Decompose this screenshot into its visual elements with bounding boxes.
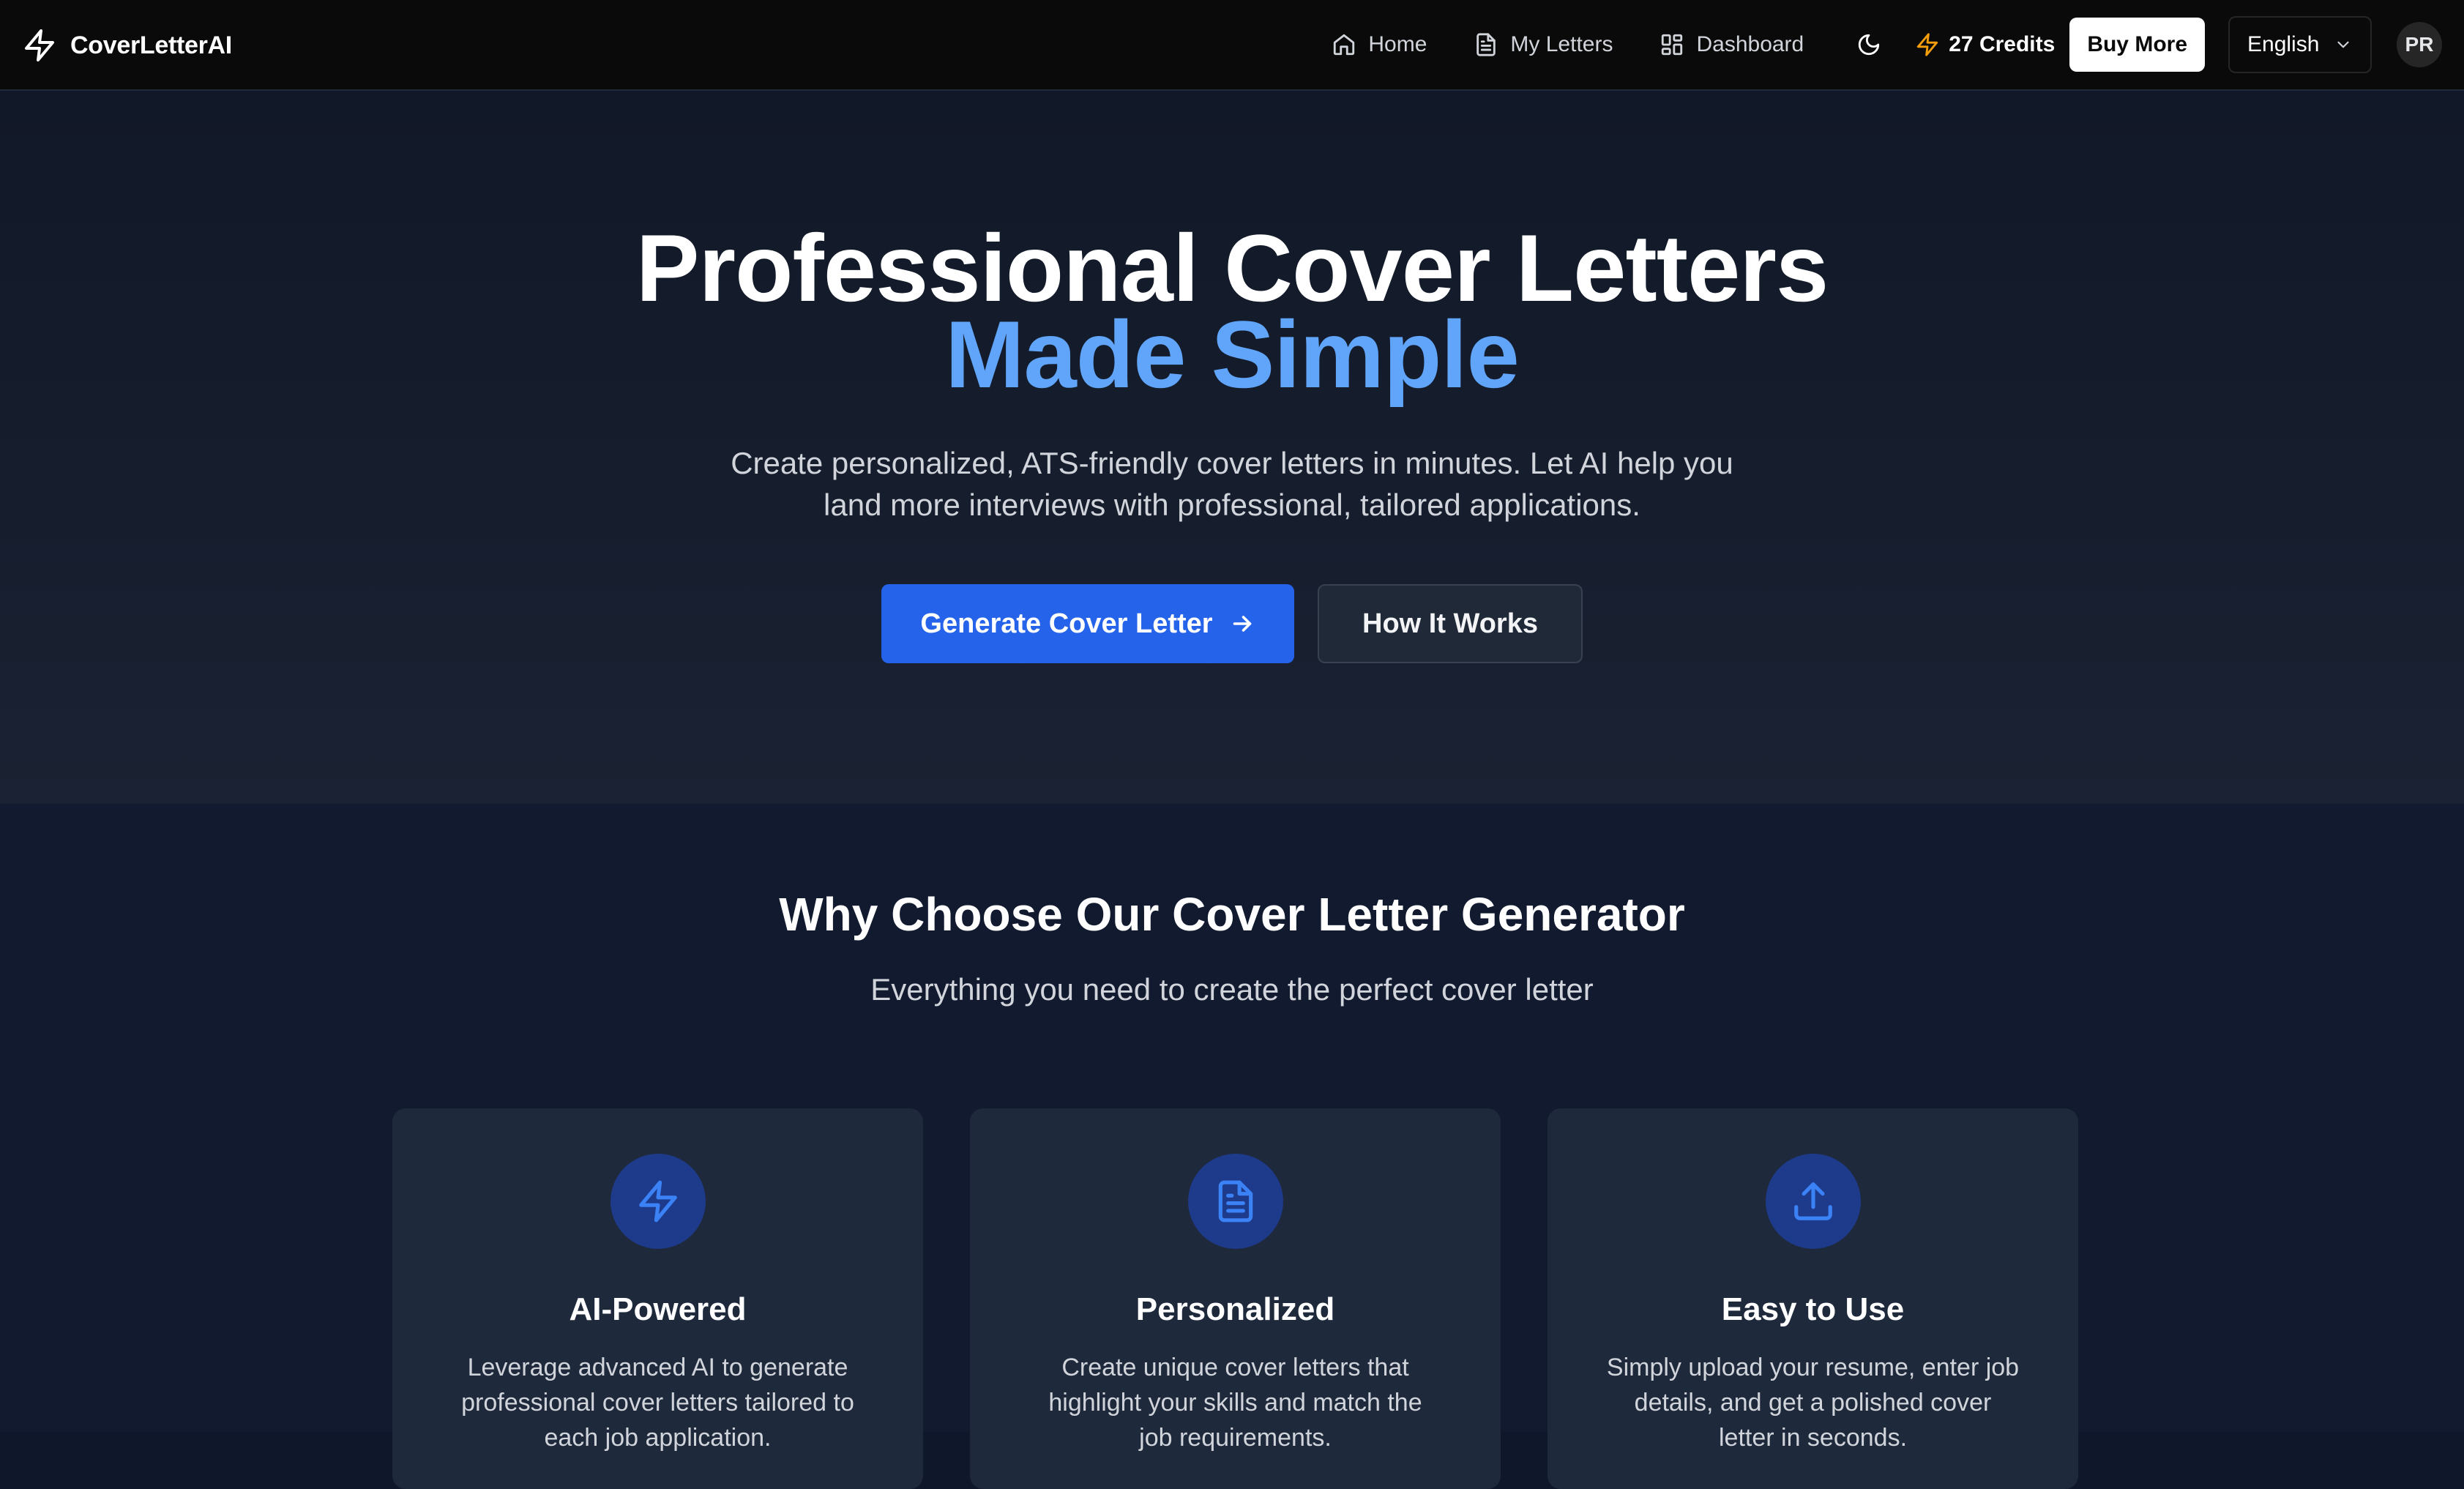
feature-card-title: Personalized [1135, 1291, 1335, 1327]
feature-card-title: Easy to Use [1721, 1291, 1905, 1327]
features-section: Why Choose Our Cover Letter Generator Ev… [0, 804, 2464, 1489]
nav-link-dashboard[interactable]: Dashboard [1636, 18, 1827, 72]
nav-actions: Home My Letters Dashboard 27 Credits Buy… [1308, 16, 2442, 73]
arrow-right-icon [1233, 616, 1251, 632]
buy-more-button[interactable]: Buy More [2069, 18, 2205, 72]
feature-card-description: Leverage advanced AI to generate profess… [461, 1354, 854, 1452]
generate-cover-letter-button[interactable]: Generate Cover Letter [881, 584, 1294, 663]
features-subtitle: Everything you need to create the perfec… [870, 972, 1594, 1007]
language-select[interactable]: English [2228, 16, 2372, 73]
credits-label: 27 Credits [1949, 32, 2056, 56]
credits-display: 27 Credits [1896, 32, 2069, 57]
top-navbar: CoverLetterAI Home My Letters Dashboard … [0, 0, 2464, 91]
dashboard-grid-icon [1662, 34, 1683, 56]
feature-card-personalized: Personalized Create unique cover letters… [970, 1108, 1501, 1489]
features-title: Why Choose Our Cover Letter Generator [779, 888, 1685, 941]
hero-section: Professional Cover Letters Made Simple C… [0, 92, 2464, 804]
file-text-icon [1218, 1180, 1253, 1223]
zap-icon [639, 1180, 677, 1223]
how-it-works-button[interactable]: How It Works [1318, 584, 1583, 663]
nav-link-label: My Letters [1510, 32, 1613, 56]
feature-icon-circle [1766, 1154, 1861, 1249]
hero-title-accent: Made Simple [945, 301, 1520, 408]
chevron-down-icon [2337, 41, 2349, 48]
home-icon [1334, 34, 1355, 56]
feature-cards: AI-Powered Leverage advanced AI to gener… [392, 1108, 2079, 1489]
nav-link-home[interactable]: Home [1308, 18, 1450, 72]
nav-link-label: Dashboard [1696, 32, 1804, 56]
feature-card-description: Create unique cover letters that highlig… [1048, 1354, 1422, 1452]
upload-icon [1794, 1182, 1832, 1220]
zap-icon [25, 29, 54, 61]
brand-logo-link[interactable]: CoverLetterAI [22, 25, 232, 66]
theme-toggle-button[interactable] [1842, 18, 1896, 72]
nav-link-label: Home [1368, 32, 1427, 56]
zap-icon [1917, 33, 1938, 56]
file-text-icon [1476, 33, 1496, 56]
feature-card-description: Simply upload your resume, enter job det… [1606, 1354, 2020, 1452]
moon-icon [1859, 34, 1880, 56]
hero-title: Professional Cover Letters [635, 214, 1829, 321]
hero-actions: Generate Cover Letter How It Works [0, 584, 2464, 663]
hero-subtitle: Create personalized, ATS-friendly cover … [731, 446, 1733, 522]
generate-button-label: Generate Cover Letter [920, 608, 1213, 639]
nav-link-my-letters[interactable]: My Letters [1450, 18, 1636, 72]
feature-card-title: AI-Powered [569, 1291, 747, 1327]
feature-icon-circle [611, 1154, 706, 1249]
brand-name: CoverLetterAI [70, 31, 232, 59]
feature-card-ai-powered: AI-Powered Leverage advanced AI to gener… [392, 1108, 923, 1489]
feature-card-easy-to-use: Easy to Use Simply upload your resume, e… [1548, 1108, 2078, 1489]
feature-icon-circle [1188, 1154, 1283, 1249]
language-value: English [2247, 32, 2320, 56]
user-avatar[interactable]: PR [2397, 22, 2442, 67]
